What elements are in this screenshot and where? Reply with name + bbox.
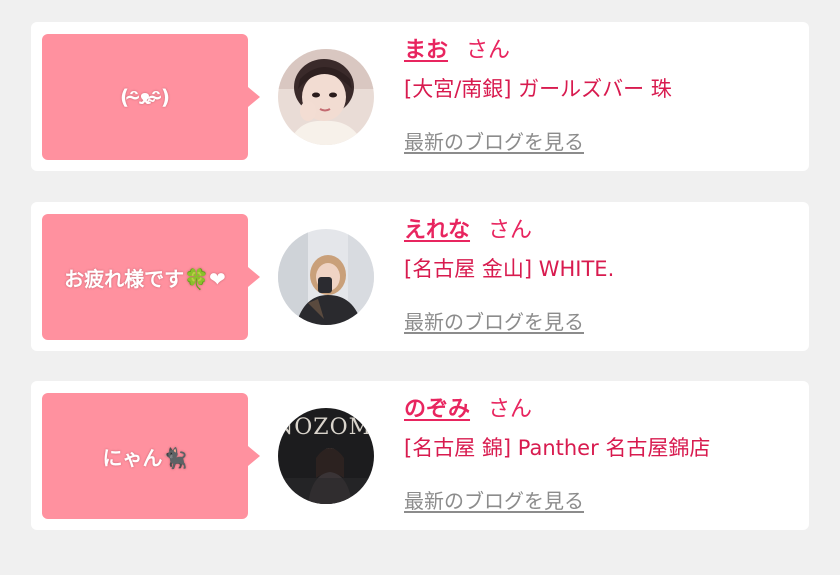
profile-photo-avatar[interactable]: NOZOMI <box>278 408 374 504</box>
honorific: さん <box>488 218 533 243</box>
blog-feed-list: (ᵔ̴ᴥ̴ᵔ̴) まお さん [大宮/南銀] ガールズバー 珠 最新のブログを見る <box>0 0 840 575</box>
cast-name-link[interactable]: えれな <box>404 218 470 243</box>
message-bubble: (ᵔ̴ᴥ̴ᵔ̴) <box>42 34 260 160</box>
avatar-text: NOZOMI <box>278 415 374 440</box>
profile-photo-icon <box>278 229 374 325</box>
name-line: えれな さん <box>404 214 799 248</box>
name-line: のぞみ さん <box>404 393 799 427</box>
shop-name: [名古屋 金山] WHITE. <box>404 257 615 281</box>
honorific: さん <box>466 38 511 63</box>
cast-name-link[interactable]: まお <box>404 38 448 63</box>
cast-name-link[interactable]: のぞみ <box>404 397 470 422</box>
profile-photo-icon <box>278 49 374 145</box>
profile-photo-icon: NOZOMI <box>278 408 374 504</box>
latest-blog-link[interactable]: 最新のブログを見る <box>404 485 584 514</box>
cast-card: にゃん🐈‍⬛ NOZOMI のぞみさん [名古屋 錦] Panther 名古屋錦… <box>31 381 809 530</box>
profile-photo-avatar[interactable] <box>278 49 374 145</box>
name-line: まお さん <box>404 34 799 68</box>
shop-name: [名古屋 錦] Panther 名古屋錦店 <box>404 436 711 460</box>
cast-card: お疲れ様です🍀❤ えれな さん [名古屋 金山] WHITE. 最新のブログを見る <box>31 202 809 351</box>
message-bubble: にゃん🐈‍⬛ <box>42 393 260 519</box>
honorific: さん <box>488 397 533 422</box>
shop-name: [大宮/南銀] ガールズバー 珠 <box>404 77 672 101</box>
cast-info: のぞみ さん [名古屋 錦] Panther 名古屋錦店 最新のブログを見る <box>404 393 799 514</box>
cast-info: えれな さん [名古屋 金山] WHITE. 最新のブログを見る <box>404 214 799 335</box>
message-bubble: お疲れ様です🍀❤ <box>42 214 260 340</box>
cast-info: まお さん [大宮/南銀] ガールズバー 珠 最新のブログを見る <box>404 34 799 155</box>
latest-blog-link[interactable]: 最新のブログを見る <box>404 306 584 335</box>
latest-blog-link[interactable]: 最新のブログを見る <box>404 126 584 155</box>
cast-card: (ᵔ̴ᴥ̴ᵔ̴) まお さん [大宮/南銀] ガールズバー 珠 最新のブログを見る <box>31 22 809 171</box>
profile-photo-avatar[interactable] <box>278 229 374 325</box>
